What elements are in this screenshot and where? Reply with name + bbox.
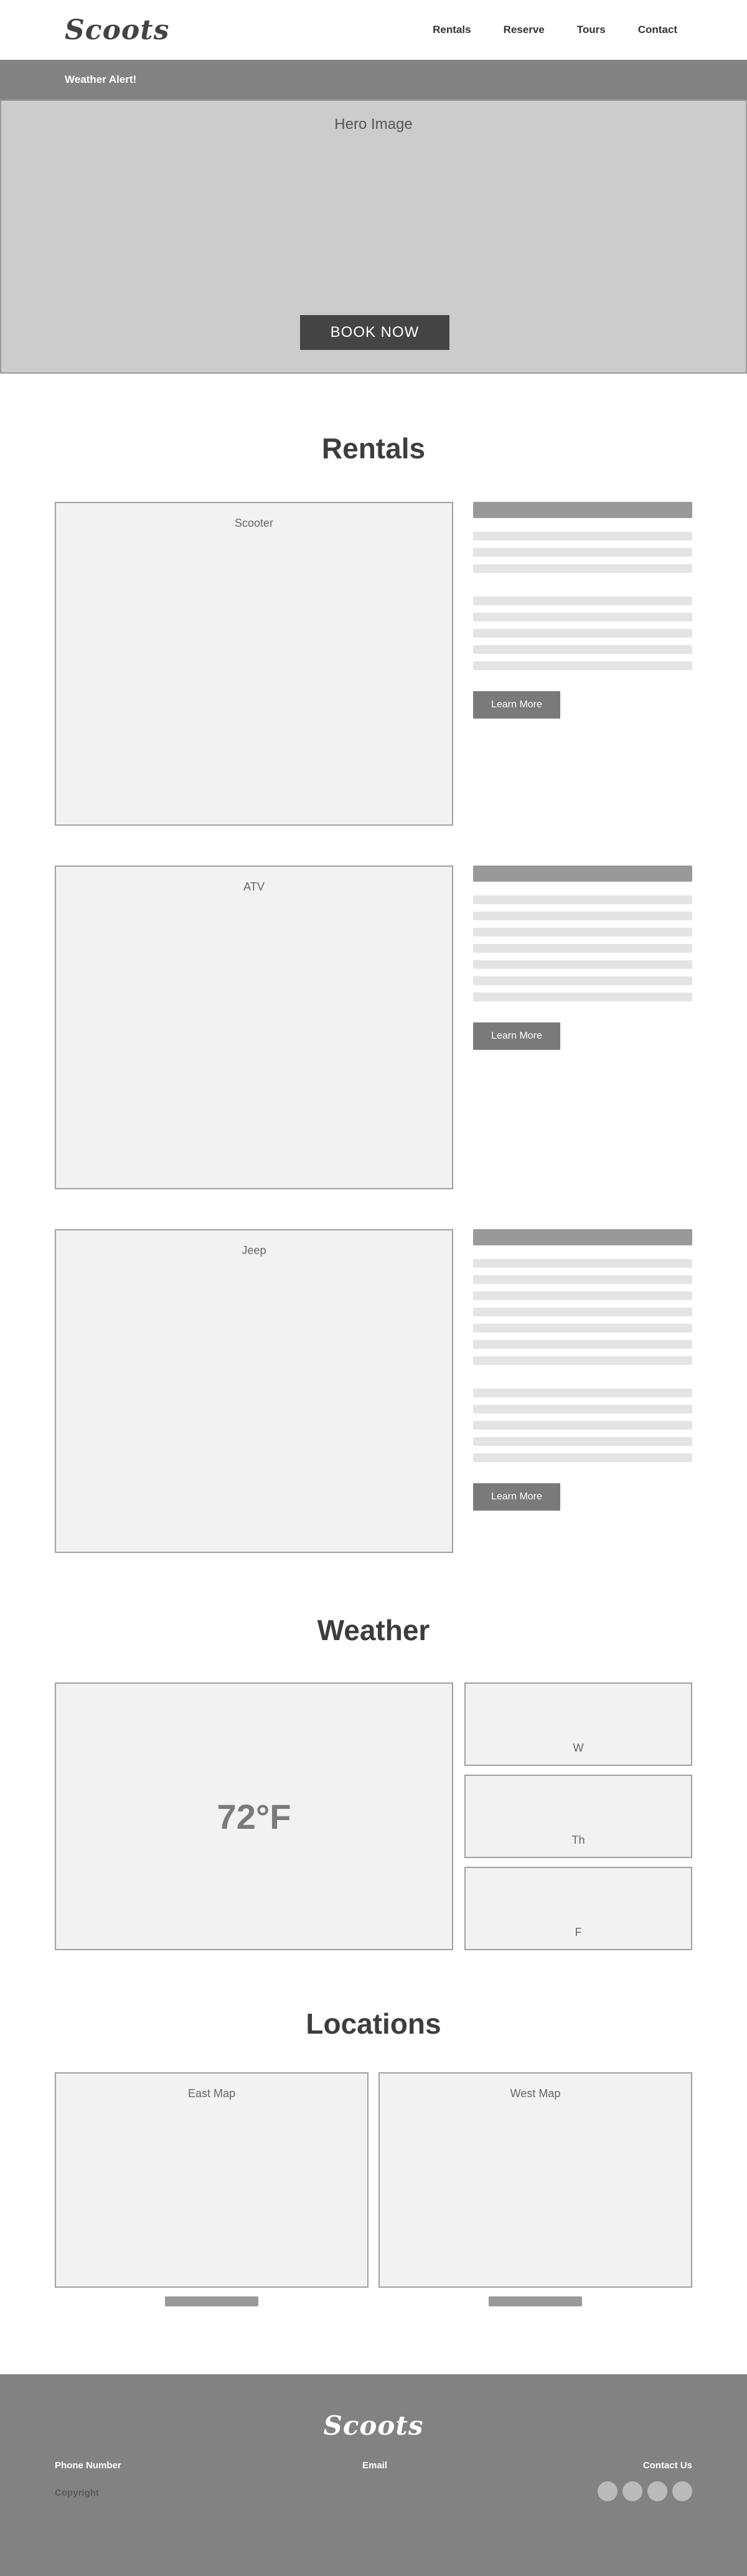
social-icon-1[interactable] xyxy=(598,2481,618,2501)
text-line-placeholder xyxy=(473,1259,692,1268)
west-map[interactable]: West Map xyxy=(378,2072,692,2288)
rental-info: Learn More xyxy=(473,502,692,719)
nav-contact[interactable]: Contact xyxy=(638,24,677,36)
rental-item-scooter: Scooter Learn More xyxy=(55,502,692,826)
footer-email[interactable]: Email xyxy=(362,2460,387,2471)
footer-logo[interactable]: Scoots xyxy=(0,2410,747,2441)
text-line-placeholder xyxy=(473,613,692,621)
text-line-placeholder xyxy=(473,1421,692,1430)
rental-image-label: Scooter xyxy=(234,517,274,529)
weather-section: 72°F W Th F xyxy=(55,1682,692,1950)
social-icon-4[interactable] xyxy=(672,2481,692,2501)
locations-title: Locations xyxy=(306,2007,441,2040)
site-header: Scoots Rentals Reserve Tours Contact xyxy=(0,0,747,60)
site-footer: Scoots Phone Number Email Contact Us Cop… xyxy=(0,2374,747,2576)
forecast-friday: F xyxy=(464,1867,692,1950)
text-line-placeholder xyxy=(473,928,692,937)
text-line-placeholder xyxy=(473,976,692,985)
text-line-placeholder xyxy=(473,564,692,573)
text-line-placeholder xyxy=(473,1437,692,1446)
forecast-thursday: Th xyxy=(464,1775,692,1858)
social-links xyxy=(598,2481,692,2501)
rental-item-jeep: Jeep Learn More xyxy=(55,1229,692,1553)
current-temperature: 72°F xyxy=(55,1682,453,1950)
forecast-day-label: F xyxy=(575,1926,582,1938)
rental-item-atv: ATV Learn More xyxy=(55,866,692,1189)
rental-info: Learn More xyxy=(473,866,692,1050)
book-now-button[interactable]: BOOK NOW xyxy=(300,315,449,350)
learn-more-button-scooter[interactable]: Learn More xyxy=(473,691,560,719)
locations-section: East Map West Map xyxy=(55,2072,692,2306)
text-line-placeholder xyxy=(473,661,692,670)
logo[interactable]: Scoots xyxy=(65,14,169,46)
hero-image: Hero Image BOOK NOW xyxy=(0,100,747,374)
text-line-placeholder xyxy=(473,1291,692,1300)
rental-heading-placeholder xyxy=(473,502,692,518)
text-line-placeholder xyxy=(473,645,692,654)
text-line-placeholder xyxy=(473,895,692,904)
footer-contact-us[interactable]: Contact Us xyxy=(643,2460,692,2471)
weather-alert-text[interactable]: Weather Alert! xyxy=(65,73,136,86)
rental-info: Learn More xyxy=(473,1229,692,1511)
text-line-placeholder xyxy=(473,1308,692,1316)
text-line-placeholder xyxy=(473,1453,692,1462)
rental-image-label: ATV xyxy=(243,880,265,893)
rental-image-jeep: Jeep xyxy=(55,1229,453,1553)
text-line-placeholder xyxy=(473,1324,692,1333)
weather-title: Weather xyxy=(317,1614,430,1646)
text-line-placeholder xyxy=(473,532,692,540)
social-icon-2[interactable] xyxy=(622,2481,642,2501)
text-line-placeholder xyxy=(473,993,692,1001)
west-map-caption-placeholder xyxy=(489,2296,582,2306)
text-line-placeholder xyxy=(473,629,692,638)
forecast-day-label: Th xyxy=(571,1834,585,1846)
nav-tours[interactable]: Tours xyxy=(577,24,606,36)
forecast-day-label: W xyxy=(573,1742,584,1754)
text-line-placeholder xyxy=(473,960,692,969)
map-label: West Map xyxy=(510,2087,561,2100)
nav-rentals[interactable]: Rentals xyxy=(433,24,471,36)
text-line-placeholder xyxy=(473,1340,692,1349)
east-map[interactable]: East Map xyxy=(55,2072,369,2288)
text-line-placeholder xyxy=(473,944,692,953)
weather-alert-bar: Weather Alert! xyxy=(0,60,747,100)
rental-image-label: Jeep xyxy=(242,1244,266,1257)
text-line-placeholder xyxy=(473,1275,692,1284)
text-line-placeholder xyxy=(473,597,692,605)
map-label: East Map xyxy=(187,2087,236,2100)
text-line-placeholder xyxy=(473,1389,692,1397)
learn-more-button-jeep[interactable]: Learn More xyxy=(473,1483,560,1511)
rentals-title: Rentals xyxy=(321,432,426,465)
rental-heading-placeholder xyxy=(473,866,692,882)
rental-image-scooter: Scooter xyxy=(55,502,453,826)
rental-image-atv: ATV xyxy=(55,866,453,1189)
footer-phone[interactable]: Phone Number xyxy=(55,2460,121,2471)
text-line-placeholder xyxy=(473,912,692,920)
social-icon-3[interactable] xyxy=(647,2481,667,2501)
forecast-wednesday: W xyxy=(464,1682,692,1766)
nav-reserve[interactable]: Reserve xyxy=(504,24,545,36)
hero-image-label: Hero Image xyxy=(334,116,413,133)
text-line-placeholder xyxy=(473,1405,692,1413)
footer-copyright: Copyright xyxy=(55,2488,99,2498)
east-map-caption-placeholder xyxy=(165,2296,258,2306)
learn-more-button-atv[interactable]: Learn More xyxy=(473,1022,560,1050)
text-line-placeholder xyxy=(473,548,692,557)
main-nav: Rentals Reserve Tours Contact xyxy=(400,24,677,36)
text-line-placeholder xyxy=(473,1356,692,1365)
rental-heading-placeholder xyxy=(473,1229,692,1245)
